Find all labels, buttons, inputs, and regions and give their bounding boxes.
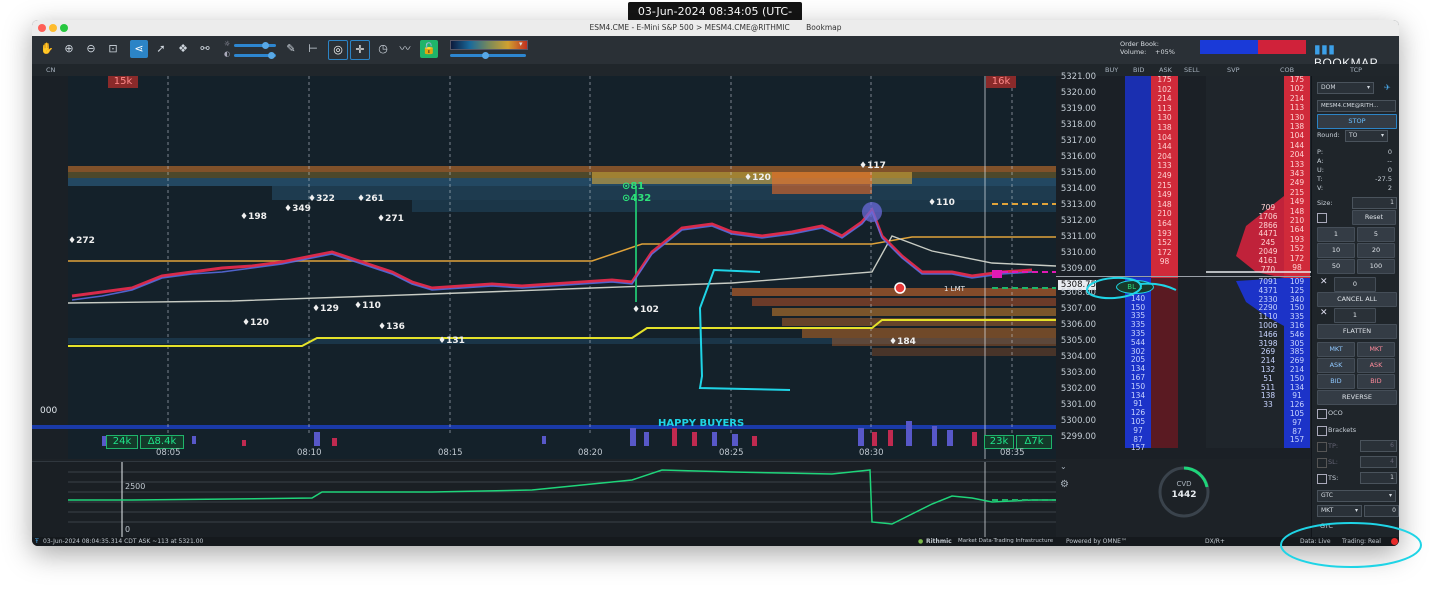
annotation-overlay [1086, 276, 1422, 568]
